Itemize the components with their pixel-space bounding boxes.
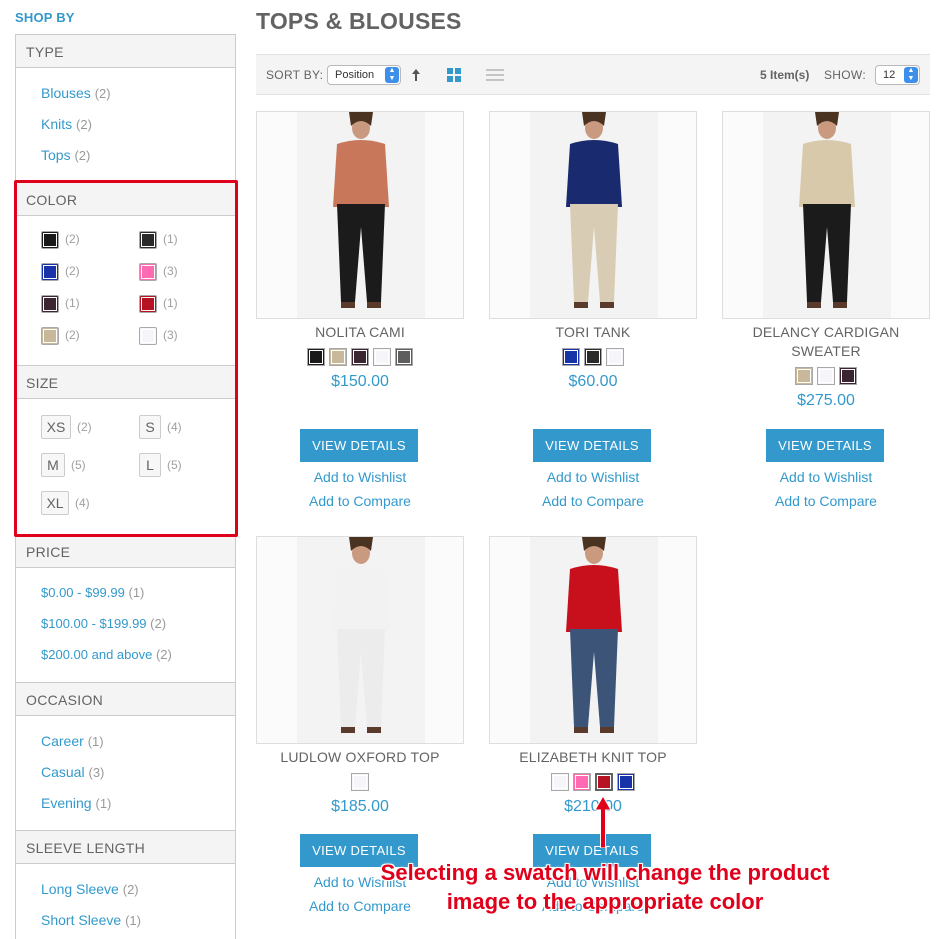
product-color-swatch[interactable] <box>839 367 857 385</box>
product-name[interactable]: NOLITA CAMI <box>256 323 464 342</box>
product-name[interactable]: DELANCY CARDIGAN SWEATER <box>722 323 930 361</box>
product-image[interactable] <box>722 111 930 319</box>
list-view-icon[interactable] <box>486 69 504 82</box>
highlight-box <box>14 180 238 537</box>
select-arrows-icon: ▲ ▼ <box>904 67 918 83</box>
product-price: $210.00 <box>564 798 622 815</box>
product-image[interactable] <box>256 111 464 319</box>
add-to-wishlist-link[interactable]: Add to Wishlist <box>256 469 464 485</box>
filter-type: TYPE Blouses (2) Knits (2) Tops (2) <box>15 34 236 180</box>
filter-option[interactable]: Short Sleeve (1) <box>41 912 141 928</box>
filter-option[interactable]: $0.00 - $99.99 (1) <box>41 585 144 600</box>
annotation-line-1: Selecting a swatch will change the produ… <box>380 860 830 885</box>
product-color-swatch[interactable] <box>617 773 635 791</box>
product-color-swatch[interactable] <box>395 348 413 366</box>
product-model-photo <box>490 112 696 318</box>
sort-by-label: SORT BY: <box>266 68 324 82</box>
select-arrows-icon: ▲ ▼ <box>385 67 399 83</box>
product-price: $275.00 <box>797 392 855 409</box>
product-price: $60.00 <box>568 373 618 390</box>
view-details-button[interactable]: VIEW DETAILS <box>300 429 418 462</box>
product-swatches <box>722 367 930 385</box>
add-to-compare-link[interactable]: Add to Compare <box>489 493 697 509</box>
product-card: TORI TANK $60.00 VIEW DETAILS Add to Wis… <box>489 111 697 511</box>
product-name[interactable]: LUDLOW OXFORD TOP <box>256 748 464 767</box>
filter-occasion-title: OCCASION <box>16 682 235 716</box>
product-color-swatch[interactable] <box>351 348 369 366</box>
shop-by-heading: SHOP BY <box>15 10 75 25</box>
filter-option[interactable]: Blouses (2) <box>41 85 111 101</box>
product-model-photo <box>257 537 463 743</box>
product-color-swatch[interactable] <box>373 348 391 366</box>
product-color-swatch[interactable] <box>562 348 580 366</box>
product-name[interactable]: ELIZABETH KNIT TOP <box>489 748 697 767</box>
filter-option[interactable]: $200.00 and above (2) <box>41 647 172 662</box>
product-color-swatch[interactable] <box>795 367 813 385</box>
filter-option[interactable]: Tops (2) <box>41 147 90 163</box>
product-color-swatch[interactable] <box>551 773 569 791</box>
filter-option[interactable]: Knits (2) <box>41 116 92 132</box>
product-swatches <box>256 348 464 366</box>
add-to-wishlist-link[interactable]: Add to Wishlist <box>489 469 697 485</box>
filter-sleeve-length: SLEEVE LENGTH Long Sleeve (2) Short Slee… <box>15 830 236 939</box>
show-per-page-select[interactable]: 12 ▲ ▼ <box>875 65 920 85</box>
product-color-swatch[interactable] <box>351 773 369 791</box>
annotation-line-2: image to the appropriate color <box>446 889 764 914</box>
filter-type-title: TYPE <box>16 34 235 68</box>
filter-price-title: PRICE <box>16 534 235 568</box>
annotation-callout: Selecting a swatch will change the produ… <box>330 858 880 916</box>
product-model-photo <box>723 112 929 318</box>
product-color-swatch[interactable] <box>307 348 325 366</box>
filter-occasion: OCCASION Career (1) Casual (3) Evening (… <box>15 682 236 830</box>
product-image[interactable] <box>489 536 697 744</box>
product-image[interactable] <box>256 536 464 744</box>
product-card: NOLITA CAMI $150.00 VIEW DETAILS Add to … <box>256 111 464 511</box>
product-color-swatch[interactable] <box>573 773 591 791</box>
product-model-photo <box>257 112 463 318</box>
product-color-swatch[interactable] <box>595 773 613 791</box>
product-image[interactable] <box>489 111 697 319</box>
product-model-photo <box>490 537 696 743</box>
filter-option[interactable]: Career (1) <box>41 733 104 749</box>
view-details-button[interactable]: VIEW DETAILS <box>533 429 651 462</box>
product-name[interactable]: TORI TANK <box>489 323 697 342</box>
add-to-compare-link[interactable]: Add to Compare <box>722 493 930 509</box>
product-color-swatch[interactable] <box>329 348 347 366</box>
product-swatches <box>256 773 464 791</box>
page-title: TOPS & BLOUSES <box>256 8 462 34</box>
item-count: 5 Item(s) <box>760 68 810 82</box>
view-details-button[interactable]: VIEW DETAILS <box>766 429 884 462</box>
product-color-swatch[interactable] <box>584 348 602 366</box>
add-to-compare-link[interactable]: Add to Compare <box>256 493 464 509</box>
product-price: $185.00 <box>331 798 389 815</box>
show-label: SHOW: <box>824 68 866 82</box>
product-price: $150.00 <box>331 373 389 390</box>
product-swatches <box>489 773 697 791</box>
filter-price: PRICE $0.00 - $99.99 (1) $100.00 - $199.… <box>15 534 236 682</box>
sort-by-select[interactable]: Position ▲ ▼ <box>327 65 401 85</box>
filter-option[interactable]: Casual (3) <box>41 764 104 780</box>
product-card: DELANCY CARDIGAN SWEATER $275.00 VIEW DE… <box>722 111 930 511</box>
filter-option[interactable]: $100.00 - $199.99 (2) <box>41 616 166 631</box>
filter-option[interactable]: Long Sleeve (2) <box>41 881 139 897</box>
product-color-swatch[interactable] <box>817 367 835 385</box>
product-color-swatch[interactable] <box>606 348 624 366</box>
filter-option[interactable]: Evening (1) <box>41 795 111 811</box>
sort-ascending-icon[interactable] <box>411 68 421 82</box>
add-to-wishlist-link[interactable]: Add to Wishlist <box>722 469 930 485</box>
grid-view-icon[interactable] <box>447 68 461 82</box>
toolbar: SORT BY: Position ▲ ▼ 5 Item(s) SHOW: 12 … <box>256 54 930 95</box>
filter-sleeve-title: SLEEVE LENGTH <box>16 830 235 864</box>
product-swatches <box>489 348 697 366</box>
annotation-arrow-icon <box>594 796 612 848</box>
